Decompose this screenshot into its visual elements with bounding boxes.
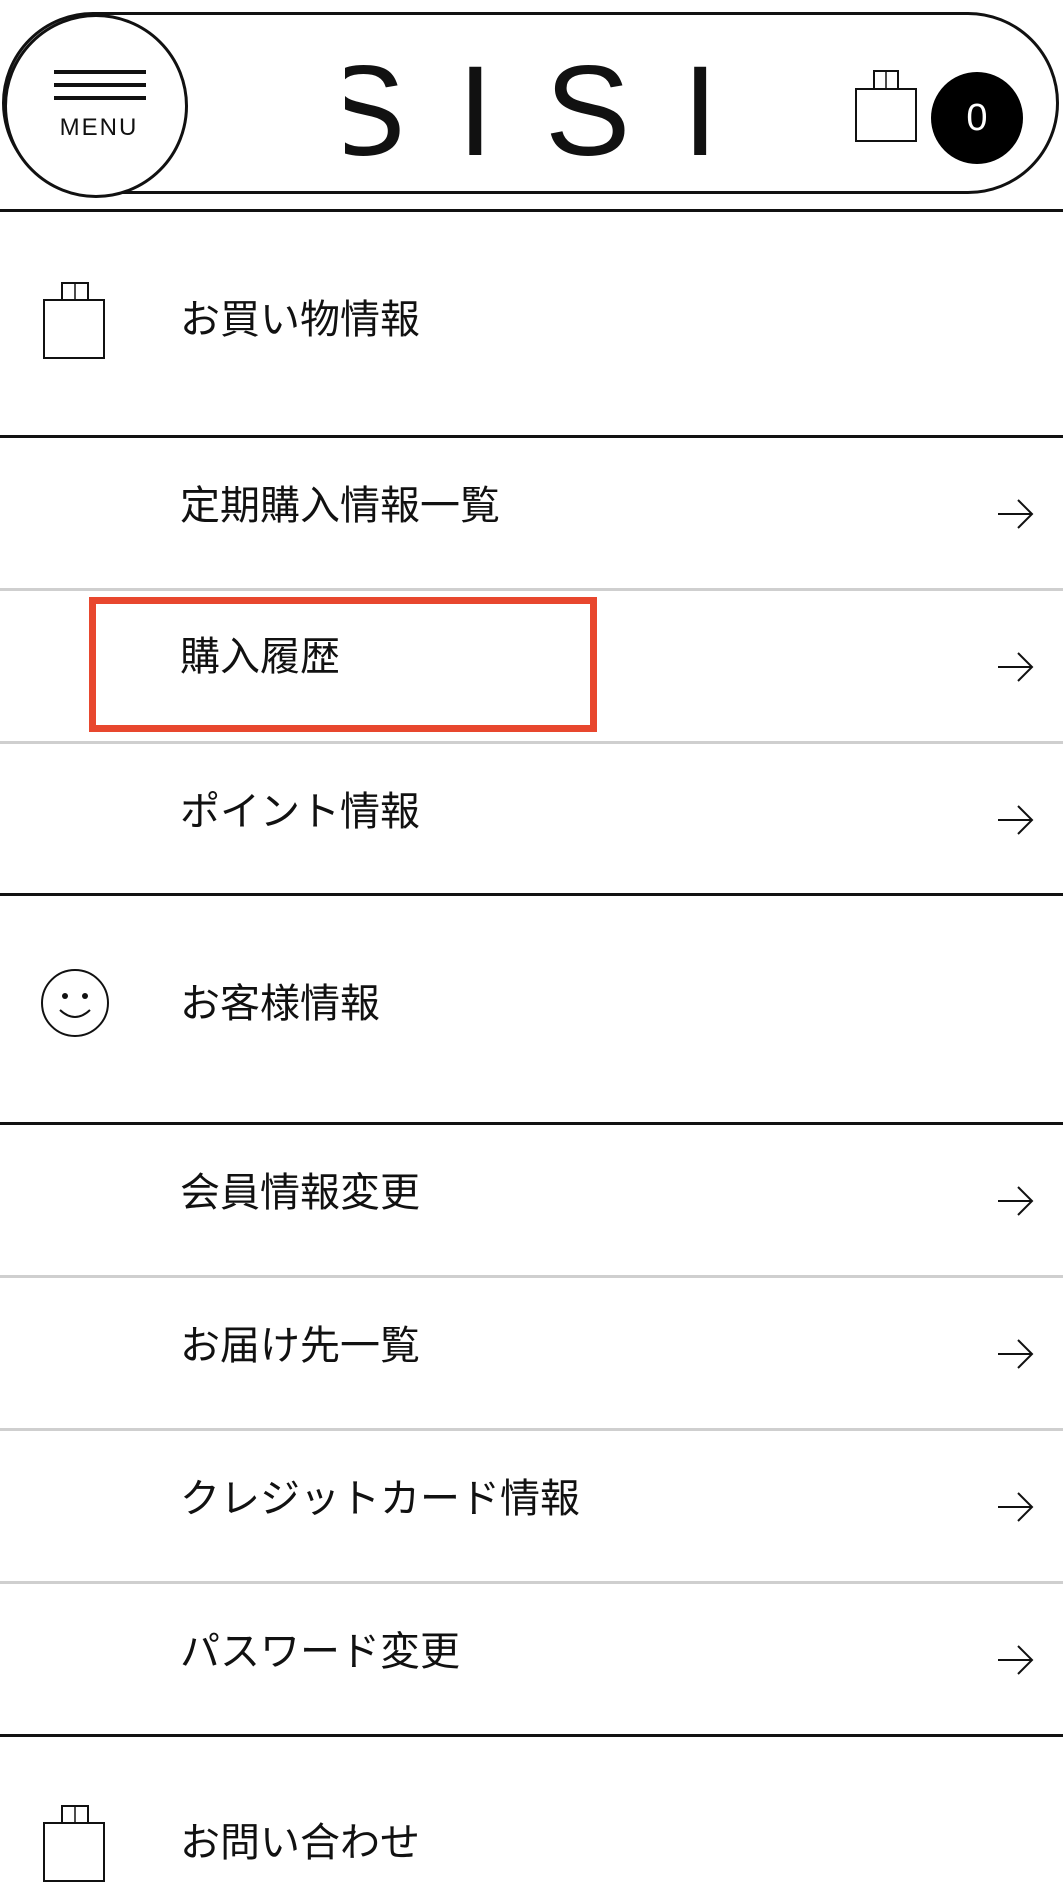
section-shopping-header: お買い物情報	[0, 212, 1063, 435]
cart-count-badge: 0	[931, 72, 1023, 164]
menu-item-label: クレジットカード情報	[180, 1476, 580, 1522]
arrow-right-icon	[998, 1186, 1034, 1216]
arrow-right-icon	[998, 805, 1034, 835]
section-contact-header[interactable]: お問い合わせ	[0, 1737, 1063, 1882]
shopping-bag-icon	[855, 70, 917, 142]
menu-item-subscriptions[interactable]: 定期購入情報一覧	[0, 438, 1063, 588]
section-customer-header: お客様情報	[0, 896, 1063, 1122]
shopping-bag-icon	[43, 1805, 105, 1882]
menu-item-purchase-history[interactable]: 購入履歴	[0, 591, 1063, 741]
section-contact-title: お問い合わせ	[180, 1820, 420, 1866]
logo-text: SISI	[345, 45, 745, 175]
section-customer-title: お客様情報	[180, 981, 380, 1027]
menu-item-points[interactable]: ポイント情報	[0, 744, 1063, 894]
shopping-bag-icon	[43, 282, 105, 359]
menu-label: MENU	[59, 114, 139, 141]
site-header: MENU SISI 0	[2, 12, 1059, 198]
menu-item-label: 会員情報変更	[180, 1170, 420, 1216]
arrow-right-icon	[998, 1492, 1034, 1522]
arrow-right-icon	[998, 499, 1034, 529]
brand-logo[interactable]: SISI	[345, 45, 745, 175]
cart-button[interactable]	[848, 55, 928, 155]
menu-item-label: パスワード変更	[180, 1629, 460, 1675]
menu-item-label: 購入履歴	[180, 634, 340, 680]
arrow-right-icon	[998, 652, 1034, 682]
menu-item-label: ポイント情報	[180, 789, 420, 835]
section-shopping-title: お買い物情報	[180, 297, 420, 343]
smiley-face-icon	[41, 969, 109, 1037]
menu-item-delivery-addresses[interactable]: お届け先一覧	[0, 1278, 1063, 1428]
menu-button[interactable]: MENU	[4, 14, 188, 198]
menu-item-change-password[interactable]: パスワード変更	[0, 1584, 1063, 1734]
menu-item-label: 定期購入情報一覧	[180, 483, 500, 529]
hamburger-icon	[54, 70, 146, 100]
menu-item-edit-member-info[interactable]: 会員情報変更	[0, 1125, 1063, 1275]
arrow-right-icon	[998, 1645, 1034, 1675]
arrow-right-icon	[998, 1339, 1034, 1369]
menu-item-label: お届け先一覧	[180, 1323, 420, 1369]
menu-item-credit-card[interactable]: クレジットカード情報	[0, 1431, 1063, 1581]
